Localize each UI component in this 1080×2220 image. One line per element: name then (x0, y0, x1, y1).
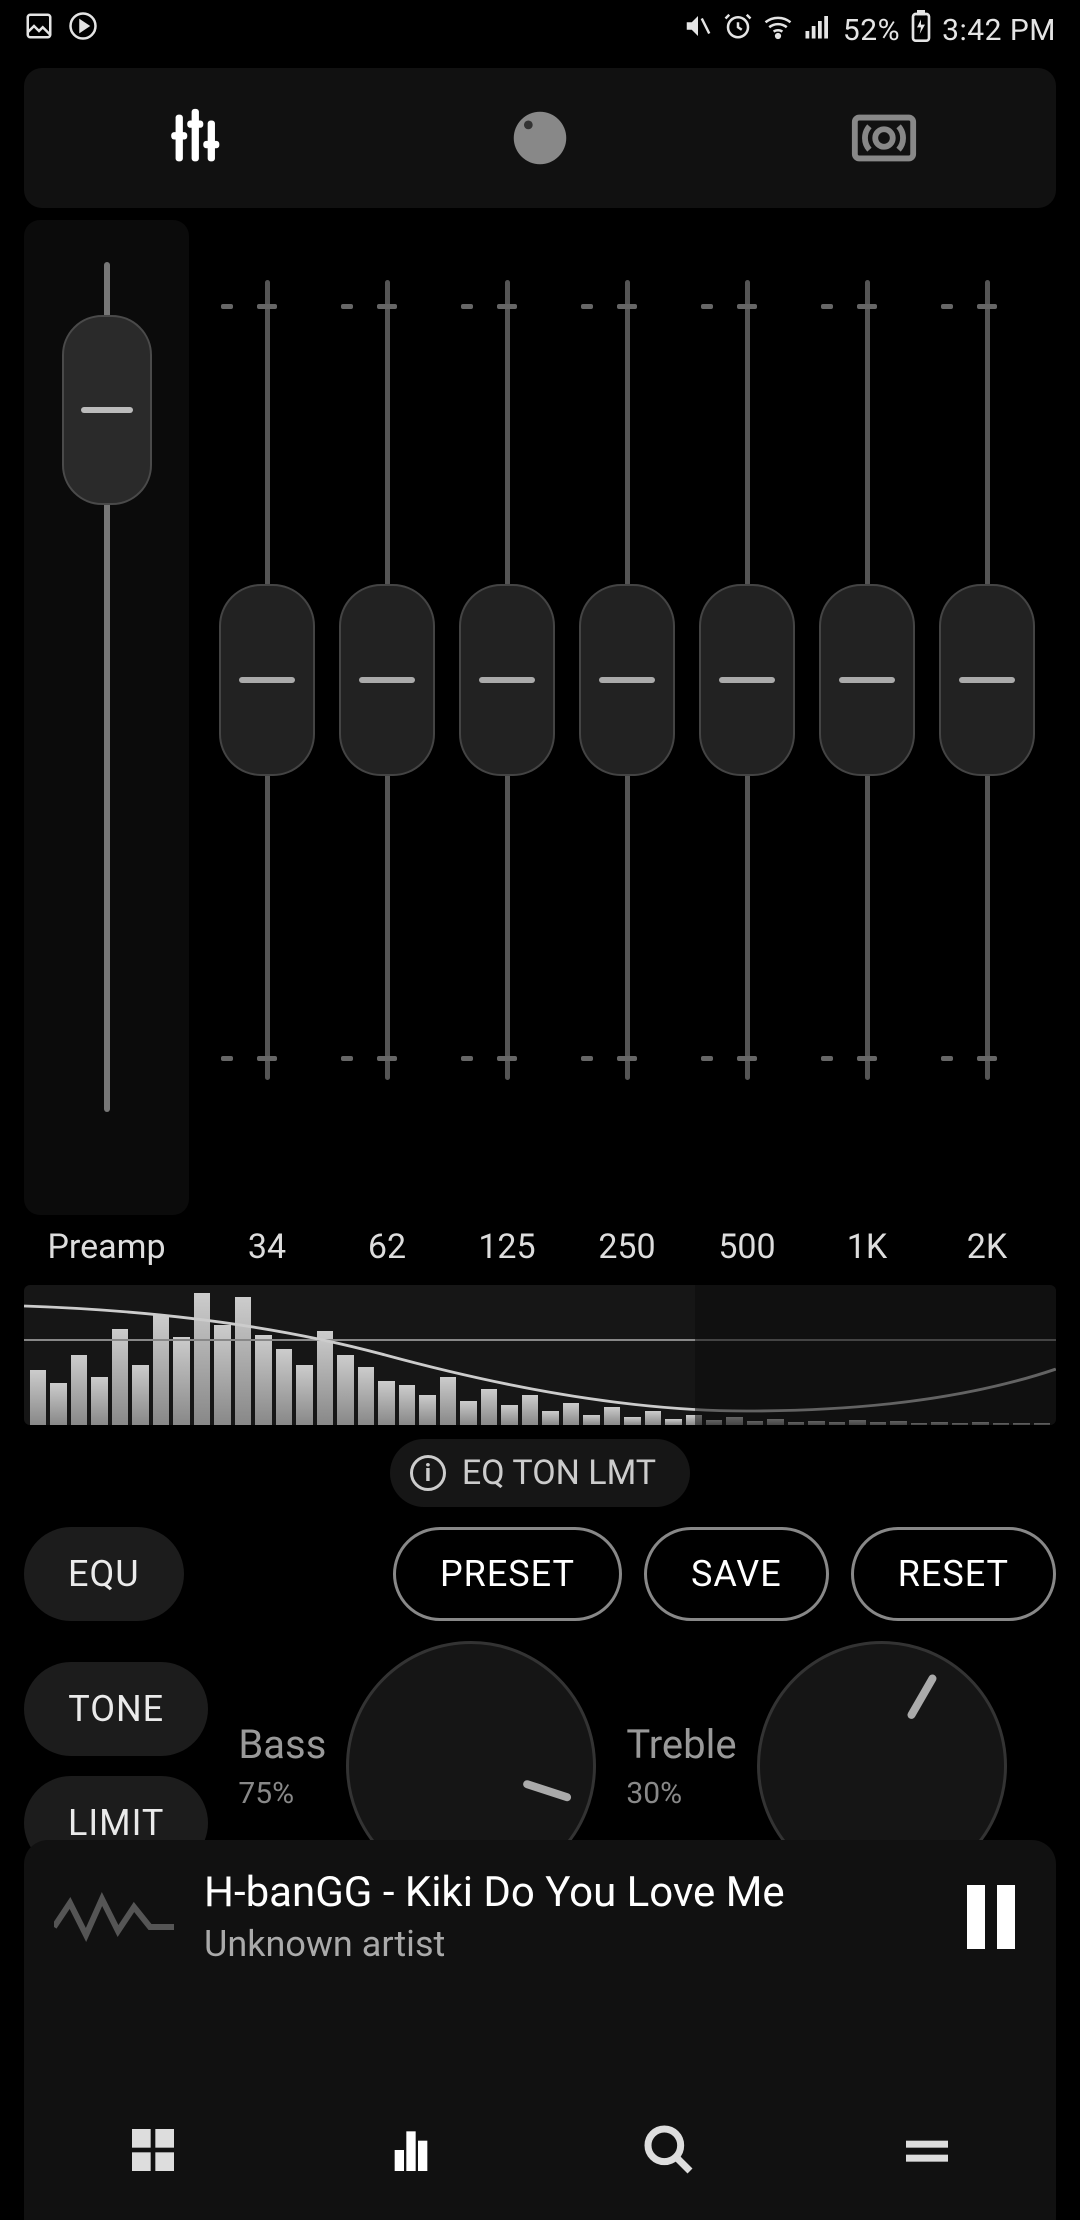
eq-bands (207, 220, 1080, 1215)
reset-button[interactable]: RESET (851, 1527, 1056, 1621)
equ-button[interactable]: EQU (24, 1527, 184, 1621)
now-playing-artist: Unknown artist (204, 1923, 926, 1965)
wifi-icon (763, 11, 793, 49)
treble-value: 30% (626, 1776, 736, 1811)
dsp-status-chip[interactable]: i EQ TON LMT (390, 1439, 690, 1507)
preamp-label: Preamp (24, 1227, 189, 1267)
nav-search-button[interactable] (634, 2115, 704, 2185)
eq-band-label: 34 (207, 1227, 327, 1267)
waveform-icon (54, 1887, 174, 1947)
gallery-icon (24, 11, 54, 49)
eq-band-label: 62 (327, 1227, 447, 1267)
now-playing-title: H-banGG - Kiki Do You Love Me (204, 1868, 926, 1917)
battery-text: 52% (843, 13, 900, 48)
dsp-status-text: EQ TON LMT (462, 1453, 656, 1493)
eq-slider-500[interactable] (745, 280, 750, 1080)
eq-slider-thumb[interactable] (699, 584, 795, 776)
alarm-icon (723, 11, 753, 49)
eq-slider-62[interactable] (385, 280, 390, 1080)
eq-slider-thumb[interactable] (219, 584, 315, 776)
eq-band-label: 125 (447, 1227, 567, 1267)
audio-tab-bar (24, 68, 1056, 208)
preset-button[interactable]: PRESET (393, 1527, 622, 1621)
spectrum-analyzer[interactable] (24, 1285, 1056, 1425)
treble-label: Treble (626, 1721, 736, 1768)
eq-slider-2K[interactable] (985, 280, 990, 1080)
eq-slider-125[interactable] (505, 280, 510, 1080)
eq-band-125 (447, 220, 567, 1215)
eq-band-2K (927, 220, 1047, 1215)
eq-slider-34[interactable] (265, 280, 270, 1080)
preamp-slider-track[interactable] (104, 262, 110, 1112)
eq-band-label: 2K (927, 1227, 1047, 1267)
bass-value: 75% (238, 1776, 326, 1811)
info-icon: i (410, 1455, 446, 1491)
save-button[interactable]: SAVE (644, 1527, 829, 1621)
eq-band-label: 1K (807, 1227, 927, 1267)
eq-slider-1K[interactable] (865, 280, 870, 1080)
eq-band-250 (567, 220, 687, 1215)
bass-label: Bass (238, 1721, 326, 1768)
status-bar: 52% 3:42 PM (0, 0, 1080, 60)
equalizer-panel (0, 220, 1080, 1215)
tab-knob[interactable] (368, 68, 712, 208)
eq-slider-thumb[interactable] (579, 584, 675, 776)
eq-band-label: 250 (567, 1227, 687, 1267)
tab-equalizer[interactable] (24, 68, 368, 208)
eq-band-34 (207, 220, 327, 1215)
nav-library-button[interactable] (118, 2115, 188, 2185)
eq-slider-thumb[interactable] (459, 584, 555, 776)
eq-slider-250[interactable] (625, 280, 630, 1080)
tone-button[interactable]: TONE (24, 1662, 208, 1756)
pause-button[interactable] (956, 1885, 1026, 1949)
eq-band-1K (807, 220, 927, 1215)
tab-surround[interactable] (712, 68, 1056, 208)
eq-band-label: 500 (687, 1227, 807, 1267)
nav-equalizer-button[interactable] (376, 2115, 446, 2185)
play-circle-icon (68, 11, 98, 49)
eq-slider-thumb[interactable] (939, 584, 1035, 776)
eq-band-500 (687, 220, 807, 1215)
eq-slider-thumb[interactable] (339, 584, 435, 776)
signal-icon (803, 11, 833, 49)
eq-slider-thumb[interactable] (819, 584, 915, 776)
clock-text: 3:42 PM (942, 13, 1056, 48)
bottom-nav (24, 2080, 1056, 2220)
battery-charging-icon (910, 10, 932, 50)
mute-vibrate-icon (683, 11, 713, 49)
now-playing-bar[interactable]: H-banGG - Kiki Do You Love Me Unknown ar… (24, 1840, 1056, 2220)
preamp-slider-thumb[interactable] (62, 315, 152, 505)
eq-band-62 (327, 220, 447, 1215)
nav-menu-button[interactable] (892, 2115, 962, 2185)
preamp-slider-container (24, 220, 189, 1215)
